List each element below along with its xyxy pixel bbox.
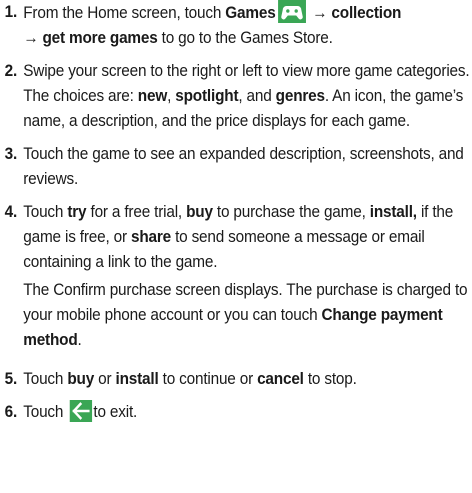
term-spotlight: spotlight (175, 87, 239, 105)
back-arrow-icon (70, 400, 93, 422)
text: . (77, 331, 82, 349)
step-text: Touch try for a free trial, buy to purch… (23, 200, 469, 275)
step-text: Touch to exit. (23, 400, 469, 425)
text: , and (238, 87, 276, 105)
term-buy: buy (186, 203, 213, 221)
term-new: new (137, 87, 168, 105)
step-2: 2. Swipe your screen to the right or lef… (0, 59, 470, 134)
step-number: 6. (4, 403, 18, 421)
term-share: share (130, 228, 171, 246)
step-number: 4. (4, 203, 18, 221)
term-genres: genres (275, 87, 325, 105)
step-1: 1. From the Home screen, touch Games → c… (0, 0, 470, 51)
step-text: Swipe your screen to the right or left t… (23, 59, 469, 134)
menu-term-get-more-games: get more games (42, 29, 158, 47)
arrow-separator: → (308, 4, 332, 22)
step-number: 2. (4, 62, 18, 80)
text: to stop. (303, 370, 357, 388)
menu-term-collection: collection (331, 4, 402, 22)
step-4: 4. Touch try for a free trial, buy to pu… (0, 200, 470, 353)
text: to purchase the game, (212, 203, 370, 221)
step-number: 1. (4, 3, 18, 21)
text: to exit. (93, 403, 138, 421)
step-text: Touch buy or install to continue or canc… (23, 367, 469, 392)
arrow-separator: → (23, 29, 43, 47)
step-note: The Confirm purchase screen displays. Th… (23, 278, 469, 353)
text: to continue or (158, 370, 258, 388)
step-text: From the Home screen, touch Games → coll… (23, 0, 469, 51)
text: Touch (23, 203, 68, 221)
text: Touch (23, 370, 68, 388)
step-5: 5. Touch buy or install to continue or c… (0, 367, 470, 392)
text: or (94, 370, 116, 388)
text: From the Home screen, touch (23, 4, 226, 22)
step-number: 3. (4, 145, 18, 163)
text: to go to the Games Store. (157, 29, 333, 47)
term-buy: buy (67, 370, 95, 388)
step-6: 6. Touch to exit. (0, 400, 470, 425)
menu-term-games: Games (225, 4, 276, 22)
term-try: try (67, 203, 87, 221)
text: Touch (23, 403, 68, 421)
step-3: 3. Touch the game to see an expanded des… (0, 142, 470, 192)
term-install: install, (369, 203, 417, 221)
step-text: Touch the game to see an expanded descri… (23, 145, 464, 188)
step-number: 5. (4, 370, 18, 388)
games-controller-icon (278, 0, 307, 23)
text: for a free trial, (86, 203, 187, 221)
term-install: install (115, 370, 159, 388)
term-cancel: cancel (257, 370, 304, 388)
instruction-list: 1. From the Home screen, touch Games → c… (0, 0, 470, 425)
